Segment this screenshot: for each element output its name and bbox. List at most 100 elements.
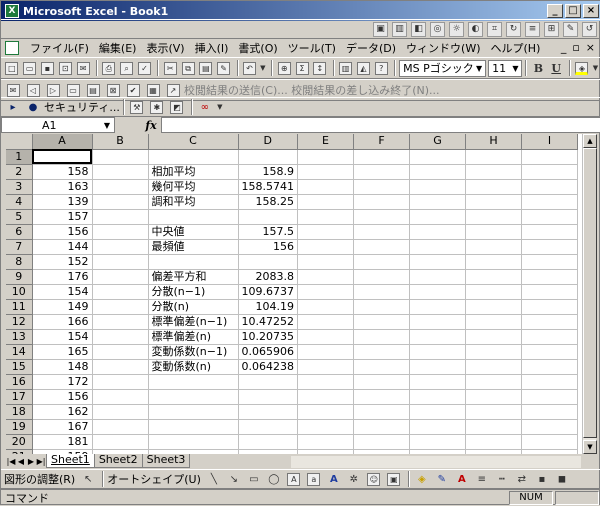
format-painter-icon[interactable]: ✎ bbox=[216, 59, 232, 77]
doc-minimize-icon[interactable]: _ bbox=[561, 41, 567, 54]
cell[interactable] bbox=[353, 404, 410, 420]
cell[interactable] bbox=[409, 359, 466, 375]
cell[interactable]: 154 bbox=[32, 329, 93, 345]
cell[interactable] bbox=[353, 419, 410, 435]
row-header[interactable]: 15 bbox=[6, 359, 33, 375]
horizontal-scrollbar[interactable] bbox=[291, 456, 581, 468]
cell[interactable] bbox=[353, 314, 410, 330]
cell[interactable]: 148 bbox=[32, 359, 93, 375]
drawing-icon[interactable]: ◭ bbox=[356, 59, 372, 77]
cell[interactable]: 10.20735 bbox=[238, 329, 298, 345]
oval-icon[interactable]: ◯ bbox=[265, 470, 283, 488]
cell[interactable]: 相加平均 bbox=[148, 164, 239, 180]
cell[interactable] bbox=[297, 404, 354, 420]
cell[interactable] bbox=[32, 149, 93, 165]
open-icon[interactable]: ▭ bbox=[22, 59, 38, 77]
permission-icon[interactable]: ⊡ bbox=[57, 59, 73, 77]
cell[interactable] bbox=[409, 389, 466, 405]
row-header[interactable]: 14 bbox=[6, 344, 33, 360]
cell[interactable] bbox=[353, 149, 410, 165]
menu-window[interactable]: ウィンドウ(W) bbox=[401, 40, 485, 56]
cell[interactable] bbox=[409, 179, 466, 195]
cell[interactable] bbox=[465, 269, 522, 285]
cell[interactable]: 標準偏差(n) bbox=[148, 329, 239, 345]
vertical-scrollbar[interactable]: ▲ ▼ bbox=[582, 134, 597, 454]
cell[interactable] bbox=[353, 374, 410, 390]
column-header[interactable]: D bbox=[238, 134, 298, 150]
cell[interactable] bbox=[409, 434, 466, 450]
cell[interactable] bbox=[409, 404, 466, 420]
cell[interactable]: 156 bbox=[32, 389, 93, 405]
cell[interactable] bbox=[353, 359, 410, 375]
cell[interactable] bbox=[92, 254, 149, 270]
copy-icon[interactable]: ⧉ bbox=[180, 59, 196, 77]
menu-view[interactable]: 表示(V) bbox=[141, 40, 189, 56]
cell[interactable] bbox=[521, 254, 578, 270]
row-header[interactable]: 11 bbox=[6, 299, 33, 315]
script-icon[interactable]: ∞ bbox=[196, 98, 214, 116]
cell[interactable] bbox=[92, 314, 149, 330]
cell[interactable] bbox=[521, 179, 578, 195]
row-header[interactable]: 5 bbox=[6, 209, 33, 225]
undo-dropdown-icon[interactable]: ▼ bbox=[259, 59, 266, 77]
cell[interactable] bbox=[297, 344, 354, 360]
cell[interactable] bbox=[521, 164, 578, 180]
cell[interactable] bbox=[409, 239, 466, 255]
cell[interactable] bbox=[148, 374, 239, 390]
row-header[interactable]: 18 bbox=[6, 404, 33, 420]
cell[interactable] bbox=[353, 224, 410, 240]
cell[interactable]: 幾何平均 bbox=[148, 179, 239, 195]
cell[interactable]: 104.19 bbox=[238, 299, 298, 315]
cell[interactable] bbox=[92, 389, 149, 405]
cell[interactable]: 調和平均 bbox=[148, 194, 239, 210]
cell[interactable] bbox=[521, 434, 578, 450]
cell[interactable]: 149 bbox=[32, 299, 93, 315]
cell[interactable] bbox=[521, 149, 578, 165]
font-size-select[interactable]: 11 ▼ bbox=[488, 59, 523, 77]
cell[interactable] bbox=[409, 284, 466, 300]
brightness-icon[interactable]: ☼ bbox=[449, 22, 464, 37]
cell[interactable] bbox=[297, 419, 354, 435]
scroll-down-icon[interactable]: ▼ bbox=[583, 440, 597, 454]
cell[interactable] bbox=[521, 374, 578, 390]
diagram-icon[interactable]: ✲ bbox=[345, 470, 363, 488]
cell[interactable] bbox=[297, 359, 354, 375]
row-header[interactable]: 1 bbox=[6, 149, 33, 165]
arrow-icon[interactable]: ▸ bbox=[4, 98, 22, 116]
cell[interactable] bbox=[521, 269, 578, 285]
cell[interactable] bbox=[521, 419, 578, 435]
first-sheet-icon[interactable]: |◀ bbox=[6, 457, 16, 466]
bar-chart-icon[interactable]: ▥ bbox=[392, 22, 407, 37]
cell[interactable]: 変動係数(n) bbox=[148, 359, 239, 375]
cell[interactable] bbox=[92, 344, 149, 360]
minimize-button[interactable]: _ bbox=[547, 4, 563, 18]
cell[interactable]: 偏差平方和 bbox=[148, 269, 239, 285]
cell[interactable] bbox=[409, 269, 466, 285]
column-header[interactable]: G bbox=[409, 134, 466, 150]
cell[interactable] bbox=[353, 389, 410, 405]
column-header[interactable]: H bbox=[465, 134, 522, 150]
cell[interactable] bbox=[297, 269, 354, 285]
cell[interactable] bbox=[148, 254, 239, 270]
cell[interactable] bbox=[238, 434, 298, 450]
maximize-button[interactable]: □ bbox=[565, 4, 581, 18]
column-header[interactable]: F bbox=[353, 134, 410, 150]
save-icon[interactable]: ▪ bbox=[40, 59, 56, 77]
cell[interactable] bbox=[465, 284, 522, 300]
cell[interactable]: 158.25 bbox=[238, 194, 298, 210]
cell[interactable] bbox=[521, 299, 578, 315]
column-header[interactable]: C bbox=[148, 134, 239, 150]
select-all-corner[interactable] bbox=[6, 134, 33, 150]
cell[interactable] bbox=[465, 389, 522, 405]
row-header[interactable]: 10 bbox=[6, 284, 33, 300]
cell[interactable] bbox=[409, 299, 466, 315]
bold-button[interactable]: B bbox=[530, 59, 546, 77]
cell[interactable] bbox=[92, 404, 149, 420]
column-icon[interactable]: ◧ bbox=[411, 22, 426, 37]
chart-wizard-icon[interactable]: ▥ bbox=[338, 59, 354, 77]
cell[interactable] bbox=[465, 239, 522, 255]
cell[interactable] bbox=[409, 149, 466, 165]
underline-button[interactable]: U bbox=[548, 59, 564, 77]
cell[interactable] bbox=[92, 149, 149, 165]
crop-icon[interactable]: ⌗ bbox=[487, 22, 502, 37]
